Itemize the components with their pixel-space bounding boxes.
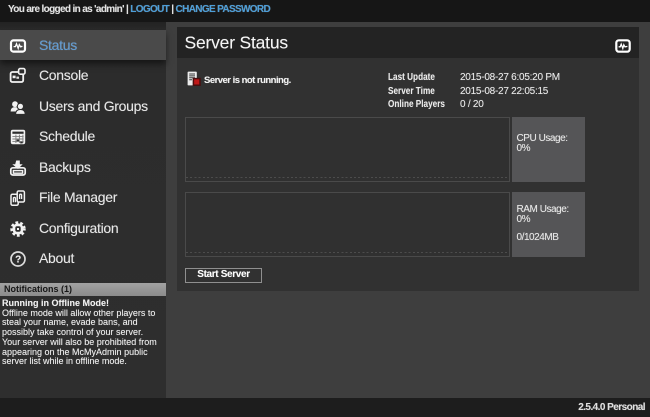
svg-text:?: ? bbox=[15, 255, 21, 266]
